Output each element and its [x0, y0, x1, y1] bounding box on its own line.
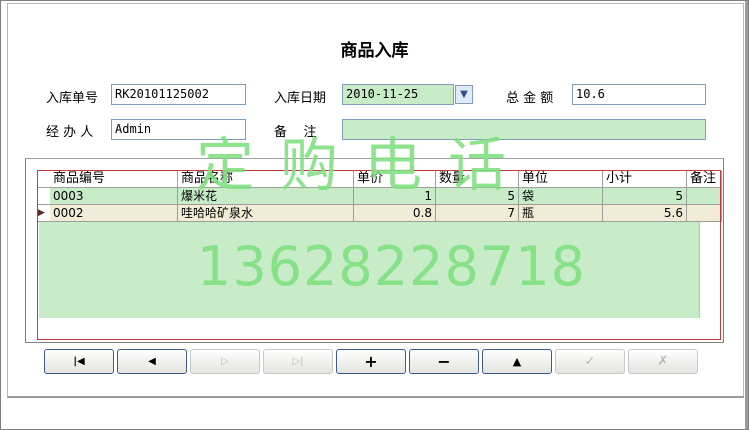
total-label: 总 金 额: [506, 91, 554, 106]
date-field[interactable]: 2010-11-25: [342, 84, 454, 105]
total-field[interactable]: 10.6: [572, 84, 706, 105]
date-dropdown-button[interactable]: ▼: [455, 85, 473, 104]
last-record-icon: ▷|: [292, 356, 304, 367]
post-icon: ✓: [584, 354, 596, 369]
next-record-icon: ▷: [221, 356, 229, 367]
record-navigator: |◀ ◀ ▷ ▷| + − ▲ ✓ ✗: [44, 349, 698, 374]
window-edge: [745, 1, 748, 429]
cancel-record-button[interactable]: ✗: [628, 349, 698, 374]
watermark-phone-title: 定购电话: [196, 131, 533, 199]
cancel-icon: ✗: [657, 354, 669, 369]
insert-icon: +: [364, 352, 378, 371]
date-label: 入库日期: [274, 91, 327, 106]
first-record-button[interactable]: |◀: [44, 349, 114, 374]
handler-label: 经 办 人: [46, 125, 94, 140]
page-title: 商品入库: [340, 41, 409, 61]
last-record-button[interactable]: ▷|: [263, 349, 333, 374]
post-record-button[interactable]: ✓: [555, 349, 625, 374]
delete-icon: −: [437, 352, 451, 371]
next-record-button[interactable]: ▷: [190, 349, 260, 374]
watermark-phone-number: 13628228718: [197, 235, 586, 298]
chevron-down-icon: ▼: [460, 89, 468, 100]
prior-record-button[interactable]: ◀: [117, 349, 187, 374]
edit-record-button[interactable]: ▲: [482, 349, 552, 374]
delete-record-button[interactable]: −: [409, 349, 479, 374]
prior-record-icon: ◀: [148, 356, 156, 367]
order-no-field[interactable]: RK20101125002: [111, 84, 246, 105]
order-no-label: 入库单号: [46, 91, 99, 106]
first-record-icon: |◀: [73, 356, 85, 367]
insert-record-button[interactable]: +: [336, 349, 406, 374]
edit-icon: ▲: [512, 355, 522, 368]
